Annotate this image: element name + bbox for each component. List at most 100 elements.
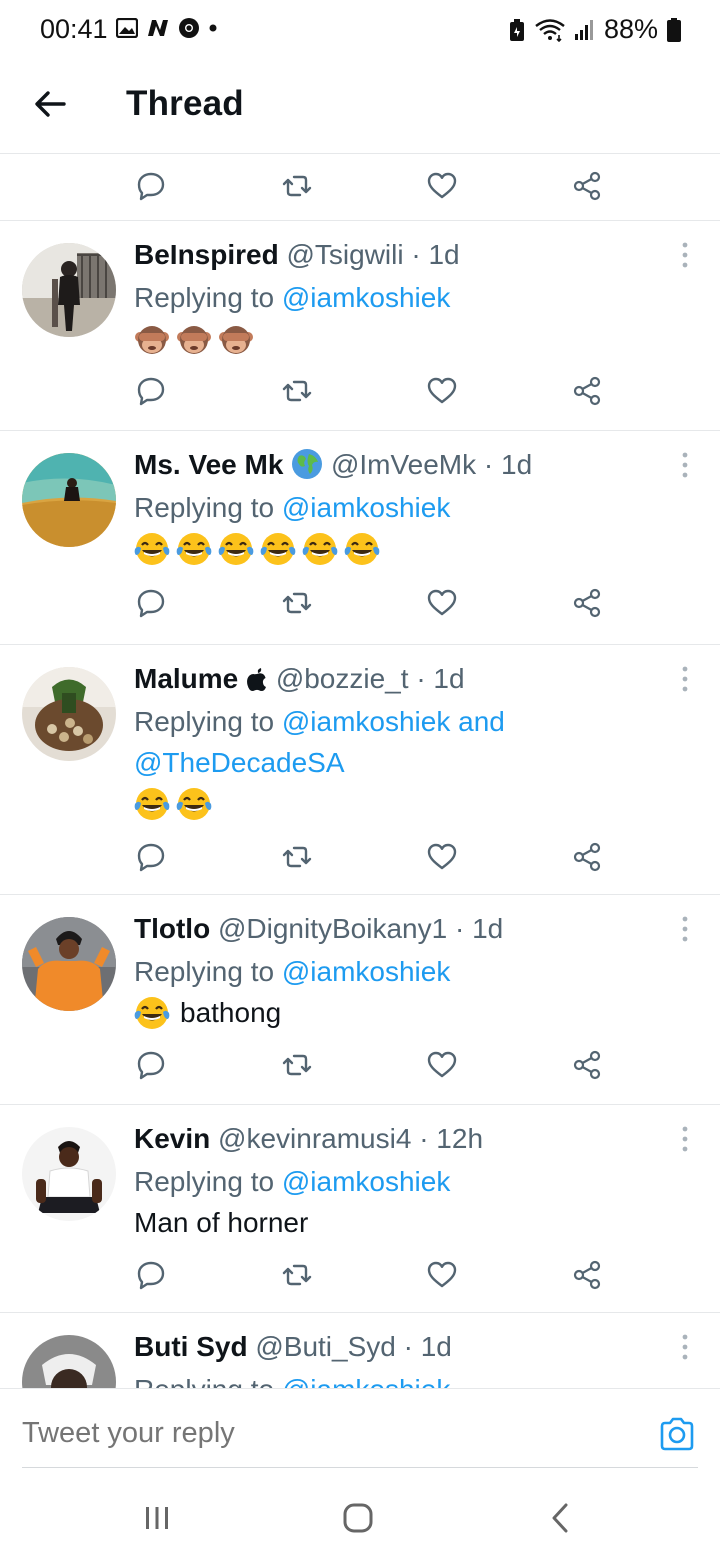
mention-link[interactable]: @iamkoshiek [282, 282, 450, 313]
author-handle[interactable]: @bozzie_t [276, 663, 409, 694]
heart-icon[interactable] [426, 841, 458, 873]
reply-icon[interactable] [135, 587, 167, 619]
back-icon[interactable] [550, 1502, 570, 1534]
heart-icon[interactable] [426, 375, 458, 407]
reply-composer [0, 1388, 720, 1478]
system-nav-bar [0, 1478, 720, 1560]
tweet-text [134, 783, 660, 825]
more-options-icon[interactable] [680, 665, 690, 693]
heart-icon[interactable] [426, 1259, 458, 1291]
more-options-icon[interactable] [680, 451, 690, 479]
replying-to: Replying to @iamkoshiek [134, 277, 660, 318]
mention-link[interactable]: @iamkoshiek [282, 1374, 450, 1388]
share-icon[interactable] [571, 1049, 603, 1081]
tweet-card[interactable]: Buti Syd @Buti_Syd · 1d Replying to @iam… [0, 1312, 720, 1388]
tweet-time: 1d [428, 239, 460, 270]
thread-feed[interactable]: BeInspired @Tsigwili · 1d Replying to @i… [0, 154, 720, 1388]
share-icon[interactable] [571, 375, 603, 407]
chrome-icon [179, 18, 199, 38]
more-options-icon[interactable] [680, 915, 690, 943]
avatar[interactable] [22, 1335, 116, 1388]
heart-icon[interactable] [426, 1049, 458, 1081]
avatar[interactable] [22, 453, 116, 547]
dot-icon [209, 24, 217, 32]
avatar[interactable] [22, 917, 116, 1011]
home-icon[interactable] [342, 1502, 374, 1534]
reply-icon[interactable] [135, 1049, 167, 1081]
tweet-card[interactable]: Tlotlo @DignityBoikany1 · 1d Replying to… [0, 894, 720, 1104]
share-icon[interactable] [571, 1259, 603, 1291]
n-app-icon [148, 20, 168, 36]
heart-icon[interactable] [426, 587, 458, 619]
camera-icon[interactable] [658, 1415, 696, 1453]
globe-icon [292, 449, 323, 479]
reply-icon[interactable] [135, 1259, 167, 1291]
author-name[interactable]: Buti Syd [134, 1331, 248, 1362]
retweet-icon[interactable] [281, 1259, 313, 1291]
share-icon[interactable] [571, 170, 603, 202]
more-options-icon[interactable] [680, 241, 690, 269]
reply-icon[interactable] [135, 170, 167, 202]
reply-input[interactable] [22, 1417, 582, 1450]
author-name[interactable]: Ms. Vee Mk [134, 449, 283, 480]
tears-of-joy-icon [260, 533, 296, 565]
arrow-left-icon[interactable] [30, 84, 70, 124]
tweet-card[interactable]: Ms. Vee Mk @ImVeeMk · 1d Replying to @ia… [0, 430, 720, 644]
avatar[interactable] [22, 667, 116, 761]
status-time: 00:41 [40, 14, 108, 44]
author-handle[interactable]: @DignityBoikany1 [218, 913, 447, 944]
tweet-card[interactable]: BeInspired @Tsigwili · 1d Replying to @i… [0, 220, 720, 430]
apple-icon [247, 668, 267, 691]
author-handle[interactable]: @ImVeeMk [331, 449, 476, 480]
tweet-text: bathong [134, 992, 660, 1034]
share-icon[interactable] [571, 587, 603, 619]
author-name[interactable]: BeInspired [134, 239, 279, 270]
replying-to-label: Replying to [134, 282, 275, 313]
retweet-icon[interactable] [281, 1049, 313, 1081]
tears-of-joy-icon [134, 997, 170, 1029]
heart-icon[interactable] [426, 170, 458, 202]
battery-saver-icon [509, 18, 524, 41]
recent-apps-icon[interactable] [144, 1504, 170, 1532]
separator-dot: · [403, 1331, 413, 1362]
gallery-icon [116, 18, 138, 38]
more-options-icon[interactable] [680, 1125, 690, 1153]
retweet-icon[interactable] [281, 375, 313, 407]
mention-link[interactable]: @iamkoshiek and [282, 706, 505, 737]
avatar[interactable] [22, 1127, 116, 1221]
author-name[interactable]: Malume [134, 663, 238, 694]
author-name[interactable]: Kevin [134, 1123, 210, 1154]
tweet-text [134, 528, 660, 570]
author-handle[interactable]: @kevinramusi4 [218, 1123, 411, 1154]
tweet-text [134, 318, 660, 360]
mention-link-2[interactable]: @TheDecadeSA [134, 747, 345, 778]
mention-link[interactable]: @iamkoshiek [282, 1166, 450, 1197]
mention-link[interactable]: @iamkoshiek [282, 956, 450, 987]
tears-of-joy-icon [176, 533, 212, 565]
replying-to-label: Replying to [134, 706, 275, 737]
retweet-icon[interactable] [281, 170, 313, 202]
tears-of-joy-icon [176, 788, 212, 820]
author-handle[interactable]: @Buti_Syd [255, 1331, 396, 1362]
tweet-card[interactable]: Malume @bozzie_t · 1d Replying to @iamko… [0, 644, 720, 894]
wifi-icon [535, 18, 565, 42]
tweet-time: 1d [433, 663, 465, 694]
tweet-card[interactable]: Kevin @kevinramusi4 · 12h Replying to @i… [0, 1104, 720, 1312]
author-handle[interactable]: @Tsigwili [286, 239, 403, 270]
mention-link[interactable]: @iamkoshiek [282, 492, 450, 523]
tears-of-joy-icon [302, 533, 338, 565]
reply-icon[interactable] [135, 841, 167, 873]
separator-dot: · [416, 663, 426, 694]
retweet-icon[interactable] [281, 841, 313, 873]
tweet-time: 1d [472, 913, 504, 944]
reply-icon[interactable] [135, 375, 167, 407]
status-bar: 00:41 88% [0, 0, 720, 60]
retweet-icon[interactable] [281, 587, 313, 619]
more-options-icon[interactable] [680, 1333, 690, 1361]
avatar[interactable] [22, 243, 116, 337]
signal-icon [574, 19, 593, 40]
share-icon[interactable] [571, 841, 603, 873]
author-name[interactable]: Tlotlo [134, 913, 210, 944]
replying-to-label: Replying to [134, 1166, 275, 1197]
replying-to: Replying to @iamkoshiek [134, 487, 660, 528]
